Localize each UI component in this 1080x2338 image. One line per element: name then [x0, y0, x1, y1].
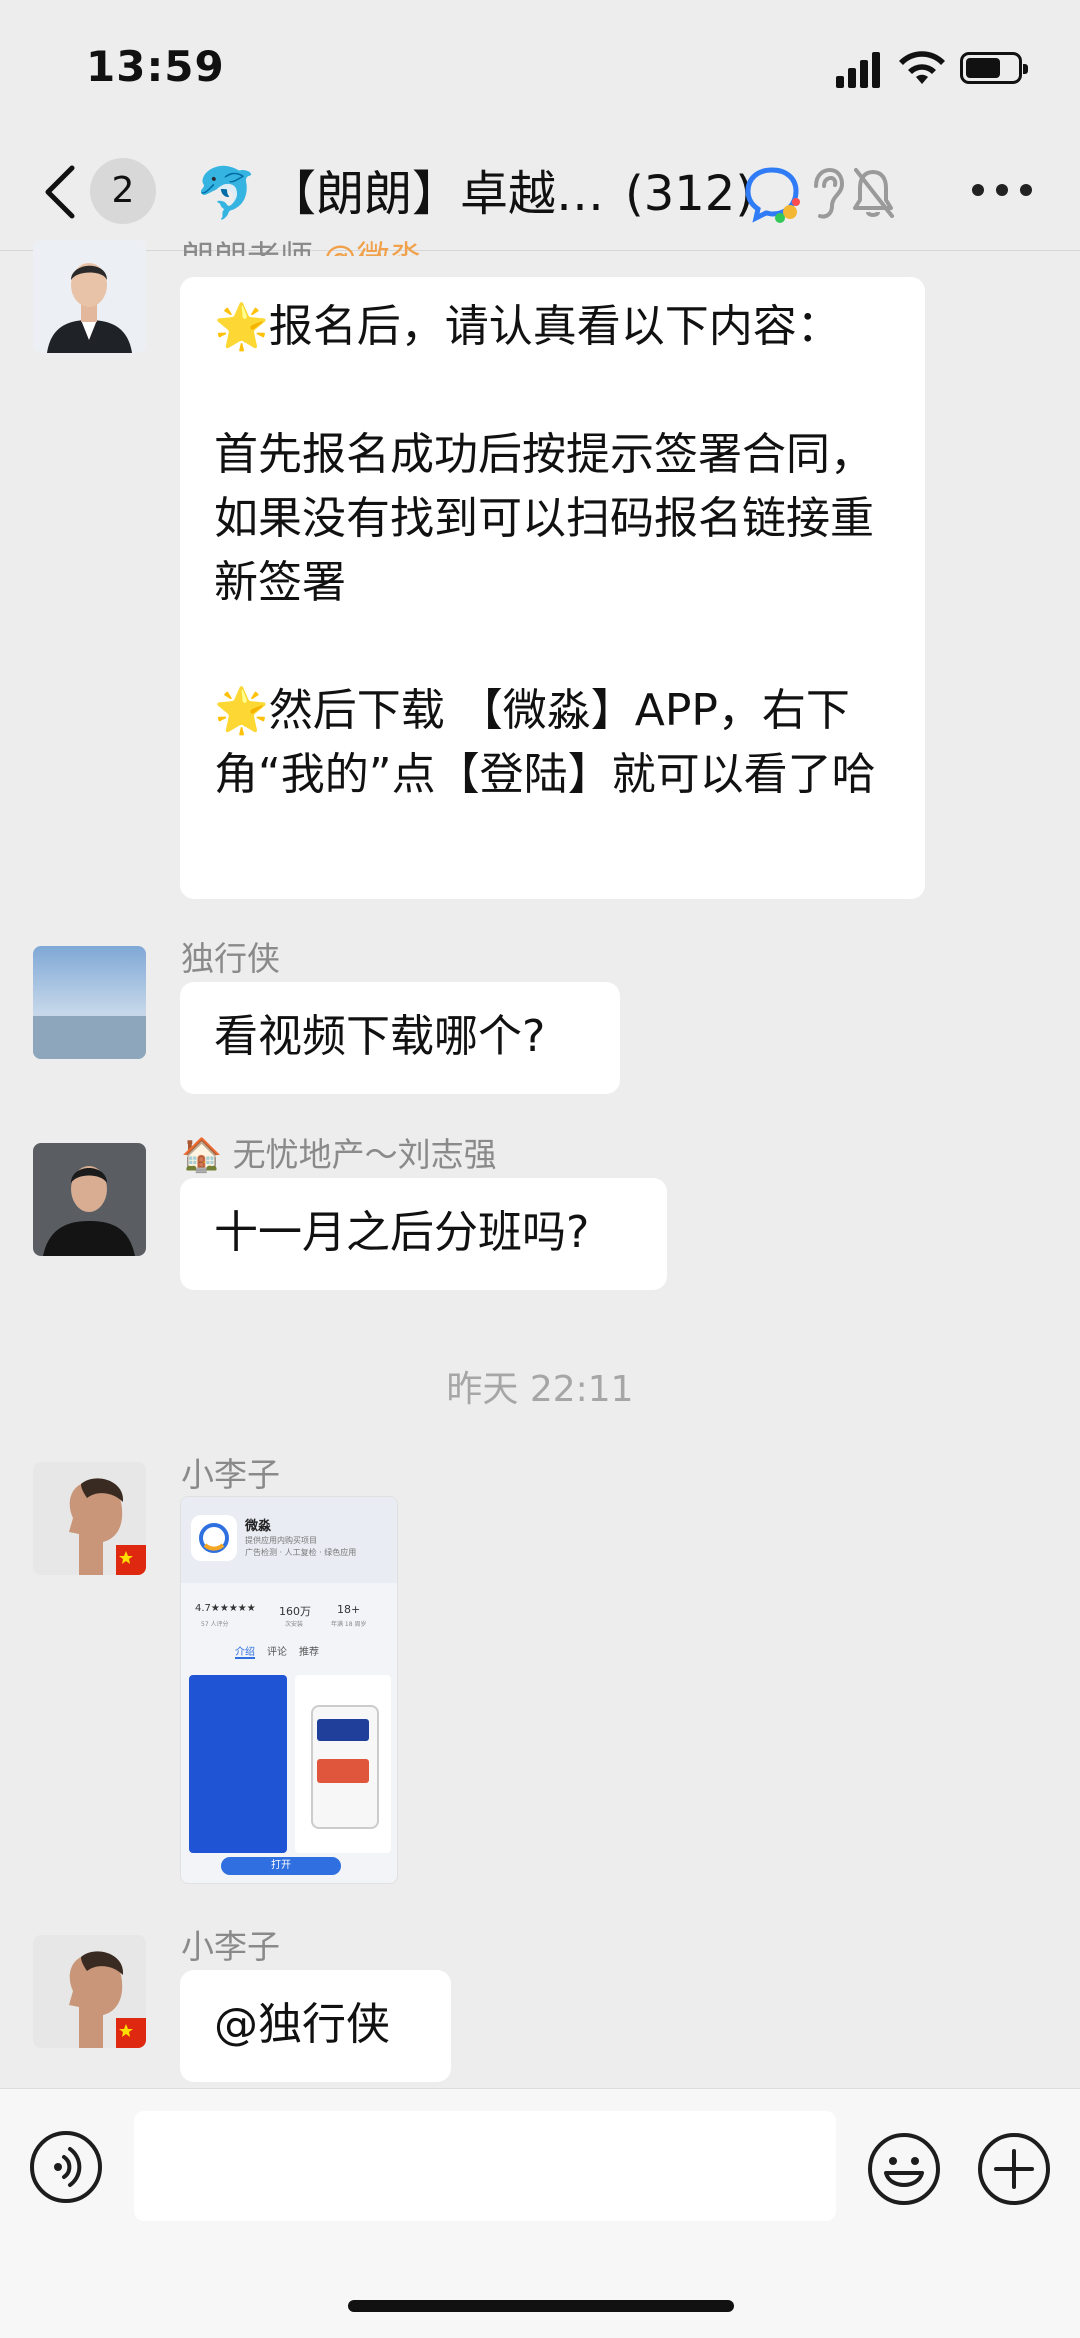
man-in-suit-avatar	[33, 240, 146, 353]
sender-name: 🏠 无忧地产～刘志强	[181, 1135, 497, 1174]
avatar[interactable]	[33, 1143, 146, 1256]
sea-horizon-avatar	[33, 946, 146, 1059]
voice-button[interactable]	[30, 2131, 102, 2203]
status-bar: 13:59	[0, 0, 1080, 140]
man-profile-avatar	[33, 1462, 146, 1575]
message-bubble[interactable]: 十一月之后分班吗?	[180, 1178, 667, 1290]
message-bubble[interactable]: 看视频下载哪个?	[180, 982, 620, 1094]
man-profile-avatar	[33, 1935, 146, 2048]
app-rating: 4.7★★★★★	[195, 1603, 256, 1614]
status-time: 13:59	[86, 42, 225, 91]
avatar[interactable]	[33, 1935, 146, 2048]
app-name: 微淼	[245, 1519, 272, 1534]
home-indicator	[348, 2300, 734, 2312]
voice-icon	[54, 2147, 82, 2187]
avatar[interactable]	[33, 946, 146, 1059]
emoji-button[interactable]	[866, 2131, 942, 2207]
tab-intro: 介绍	[235, 1647, 255, 1658]
unread-count-badge[interactable]: 2	[90, 158, 156, 224]
app-preview-blue	[189, 1675, 287, 1853]
app-rating-sub: 57 人评分	[201, 1621, 229, 1628]
open-button: 打开	[221, 1857, 341, 1875]
cellular-signal-icon	[836, 52, 882, 88]
app-downloads-sub: 次安装	[285, 1621, 304, 1628]
sender-name: 独行侠	[181, 939, 280, 978]
message-input[interactable]	[134, 2111, 836, 2221]
more-icon[interactable]	[972, 184, 1032, 198]
sender-name: 朗朗老师 @微淼	[181, 226, 423, 256]
avatar[interactable]	[33, 240, 146, 353]
app-preview-white	[295, 1675, 391, 1853]
sender-name: 小李子	[181, 1927, 280, 1966]
ear-icon[interactable]	[806, 164, 846, 224]
app-subtitle: 提供应用内购买项目	[245, 1536, 317, 1545]
app-logo-icon	[191, 1515, 237, 1561]
back-arrow-icon[interactable]	[40, 162, 80, 222]
app-age: 18+	[337, 1603, 361, 1616]
tab-reviews: 评论	[267, 1647, 287, 1658]
tab-recommend: 推荐	[299, 1647, 319, 1658]
app-age-sub: 年满 18 周岁	[331, 1621, 367, 1628]
chat-header: 2 🐬 【朗朗】卓越… (312)	[0, 140, 1080, 251]
wifi-icon	[899, 51, 945, 84]
app-tags: 广告检测 · 人工复检 · 绿色应用	[245, 1548, 357, 1557]
chat-bubble-icon[interactable]	[742, 164, 802, 224]
avatar[interactable]	[33, 1462, 146, 1575]
app-downloads: 160万	[279, 1605, 311, 1618]
member-count: (312)	[625, 166, 755, 222]
message-bubble[interactable]: @独行侠	[180, 1970, 451, 2082]
message-bubble[interactable]: 🌟报名后，请认真看以下内容： 首先报名成功后按提示签署合同，如果没有找到可以扫码…	[180, 277, 925, 899]
dolphin-emoji: 🐬	[195, 164, 258, 222]
battery-icon	[960, 52, 1028, 84]
man-portrait-avatar	[33, 1143, 146, 1256]
bell-muted-icon[interactable]	[850, 164, 896, 224]
shared-image-message[interactable]: 微淼 提供应用内购买项目 广告检测 · 人工复检 · 绿色应用 4.7★★★★★…	[180, 1496, 398, 1884]
plus-button[interactable]	[976, 2131, 1052, 2207]
sender-name: 小李子	[181, 1455, 280, 1494]
group-title[interactable]: 【朗朗】卓越…	[268, 162, 604, 226]
time-separator: 昨天 22:11	[446, 1369, 634, 1410]
